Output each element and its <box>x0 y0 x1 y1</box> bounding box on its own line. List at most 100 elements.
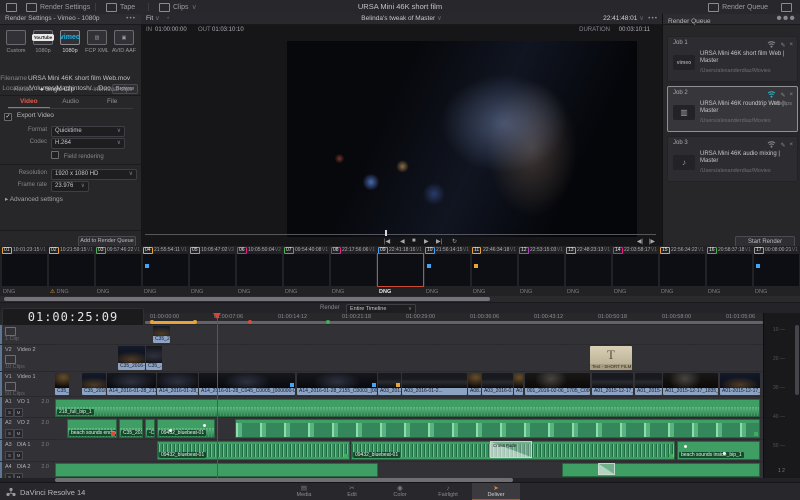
individual-clips-radio[interactable]: ○ Individual clips <box>88 86 132 95</box>
strip-clip[interactable]: 1222:53:15:03V1 <box>519 246 564 287</box>
strip-scrollbar-thumb[interactable] <box>4 297 490 301</box>
video-clip[interactable]: A01_2015-12-17_2040... <box>592 373 633 395</box>
export-video-checkbox[interactable]: ✓ <box>4 113 12 121</box>
strip-clip[interactable]: 0822:17:56:06V1 <box>331 246 376 287</box>
video-clip[interactable]: C35_2... <box>55 373 69 395</box>
track-header-a4[interactable]: A4DIA 22.0SM <box>0 462 53 478</box>
track-header-a1[interactable]: A1VO 12.0SM <box>0 397 53 417</box>
strip-clip[interactable]: 0421:55:54:11V1 <box>143 246 188 287</box>
video-clip[interactable]: C35_2016-... <box>118 346 145 370</box>
automation-point[interactable] <box>684 445 687 448</box>
strip-clip[interactable]: 0110:01:23:15V1 <box>2 246 47 287</box>
play-reverse-button[interactable]: ◀ <box>400 238 405 245</box>
preset-youtube[interactable]: YouTube1080p <box>30 30 56 54</box>
stop-button[interactable]: ■ <box>412 238 416 244</box>
strip-clip[interactable]: 0922:41:18:16V1 <box>378 246 423 287</box>
preset-fcp[interactable]: ▥FCP XML <box>84 30 110 54</box>
strip-clip[interactable]: 1021:56:14:15V1 <box>425 246 470 287</box>
video-clip[interactable]: C35_... <box>146 346 162 370</box>
video-clip[interactable]: A14_2016-01-28_231... <box>157 373 198 395</box>
automation-point[interactable] <box>723 452 726 455</box>
render-job[interactable]: Job 2✎×▥URSA Mini 46K roundtrip Web | Ma… <box>667 86 798 132</box>
render-job[interactable]: Job 3✎×♪URSA Mini 46K audio mixing | Mas… <box>667 136 798 182</box>
ruler-scrub-band[interactable] <box>145 321 763 324</box>
audio-clip[interactable]: 09432_bluebeat-01 <box>157 441 350 460</box>
video-clip[interactable]: A14_2016-01-28_2155_C0003_[000000-001125… <box>297 373 377 395</box>
viewer-options-icon[interactable]: ••• <box>648 14 658 24</box>
audio-clip[interactable]: 218_full_bip_1 <box>55 399 760 417</box>
strip-clip[interactable]: 1700:08:00:21V1 <box>754 246 799 287</box>
timeline-vertical-scrollbar[interactable] <box>795 325 799 395</box>
marker-span[interactable] <box>152 321 195 324</box>
video-clip[interactable]: 001_2016-02-06_1705_C0003_[000... <box>525 373 590 395</box>
export-video-row[interactable]: ✓ Export Video <box>4 112 54 121</box>
marker[interactable] <box>248 320 252 324</box>
tab-video[interactable]: Video <box>8 97 50 108</box>
codec-select[interactable]: H.264∨ <box>51 138 125 149</box>
page-tab-color[interactable]: ◉Color <box>376 483 424 500</box>
single-clip-radio[interactable]: ● Single Clip <box>40 86 74 95</box>
next-marker-button[interactable]: |▶ <box>649 238 655 245</box>
resolution-select[interactable]: 1920 x 1080 HD∨ <box>51 169 137 180</box>
audio-clip[interactable]: 09432_bluebeat-01 <box>157 419 215 438</box>
video-clip[interactable]: A01-2015-12-17_1... <box>720 373 760 395</box>
render-queue-toggle[interactable]: Render Queue <box>704 0 772 14</box>
track-header-v2[interactable]: V2Video 210 Clips <box>0 345 53 371</box>
advanced-settings-toggle[interactable]: ▸ Advanced settings <box>5 195 63 203</box>
solo-button[interactable]: S <box>5 429 14 438</box>
upload-icon[interactable] <box>767 40 776 50</box>
strip-clip[interactable]: 0610:05:50:04V2 <box>237 246 282 287</box>
mute-button[interactable]: M <box>14 451 23 460</box>
remove-job-icon[interactable]: × <box>789 92 793 98</box>
video-clip[interactable]: A03_2016-0... <box>482 373 513 395</box>
prev-marker-button[interactable]: ◀| <box>637 238 643 245</box>
queue-options-icon[interactable]: ••• <box>776 14 796 24</box>
marker[interactable] <box>326 320 330 324</box>
remove-job-icon[interactable]: × <box>789 142 793 148</box>
solo-button[interactable]: S <box>5 451 14 460</box>
timeline-content[interactable]: C35_2...C35_2016-...C35_...TText - SHORT… <box>53 325 763 478</box>
page-tab-edit[interactable]: ✂Edit <box>328 483 376 500</box>
scrubber-playhead[interactable] <box>385 230 387 236</box>
goto-last-button[interactable]: ▶| <box>436 238 442 245</box>
tab-audio[interactable]: Audio <box>50 97 92 108</box>
video-clip[interactable]: A03_2016-01-2... <box>402 373 467 395</box>
preset-avid[interactable]: ▣AVID AAF <box>111 30 137 54</box>
field-rendering-row[interactable]: Field rendering <box>51 151 104 160</box>
preset-custom[interactable]: Custom <box>3 30 29 54</box>
strip-clip[interactable]: 0510:05:47:02V2 <box>190 246 235 287</box>
video-clip[interactable]: A01_2015-12-17_1835_C0016_[0... <box>663 373 718 395</box>
mute-button[interactable]: M <box>14 408 23 417</box>
tab-file[interactable]: File <box>91 97 133 108</box>
strip-clip[interactable]: 0210:21:59:15V1 <box>49 246 94 287</box>
format-select[interactable]: Quicktime∨ <box>51 126 125 137</box>
strip-clip[interactable]: 1322:48:23:13V1 <box>566 246 611 287</box>
strip-clip[interactable]: 1122:46:34:18V1 <box>472 246 517 287</box>
audio-clip[interactable]: beach sounds inside_bip_1 <box>677 441 760 460</box>
video-clip[interactable]: A14_2016-01-28_C045_C0005_[000000-002457… <box>199 373 295 395</box>
automation-point[interactable] <box>203 424 206 427</box>
field-rendering-checkbox[interactable] <box>51 151 59 159</box>
video-clip[interactable]: A03_201... <box>378 373 401 395</box>
frame-rate-select[interactable]: 23.976∨ <box>51 181 89 192</box>
mute-button[interactable]: M <box>14 429 23 438</box>
strip-clip[interactable]: 0309:57:46:22V1 <box>96 246 141 287</box>
strip-clip[interactable]: 1522:56:34:22V1 <box>660 246 705 287</box>
video-clip[interactable]: C35_2016-... <box>82 373 106 395</box>
audio-clip[interactable]: -C... <box>145 419 155 438</box>
strip-clip[interactable]: 0709:54:40:08V1 <box>284 246 329 287</box>
timeline-name-select[interactable]: Belinda's tweak of Master ∨ <box>141 14 662 24</box>
marker[interactable] <box>193 320 197 324</box>
crossfade-transition[interactable] <box>598 463 615 475</box>
video-clip[interactable]: A01_2015-12... <box>635 373 662 395</box>
track-header-a2[interactable]: A2VO 22.0SM <box>0 418 53 439</box>
filename-value[interactable]: URSA Mini 46K short film Web.mov <box>28 74 137 83</box>
upload-icon[interactable] <box>767 90 776 100</box>
video-clip[interactable]: A08... <box>468 373 481 395</box>
render-job[interactable]: Job 1✎×vimeoURSA Mini 46K short film Web… <box>667 36 798 82</box>
solo-button[interactable]: S <box>5 408 14 417</box>
track-header-a3[interactable]: A3DIA 12.0SM <box>0 440 53 461</box>
audio-clip[interactable] <box>235 419 760 438</box>
strip-clip[interactable]: 1620:58:37:18V1 <box>707 246 752 287</box>
upload-icon[interactable] <box>767 140 776 150</box>
